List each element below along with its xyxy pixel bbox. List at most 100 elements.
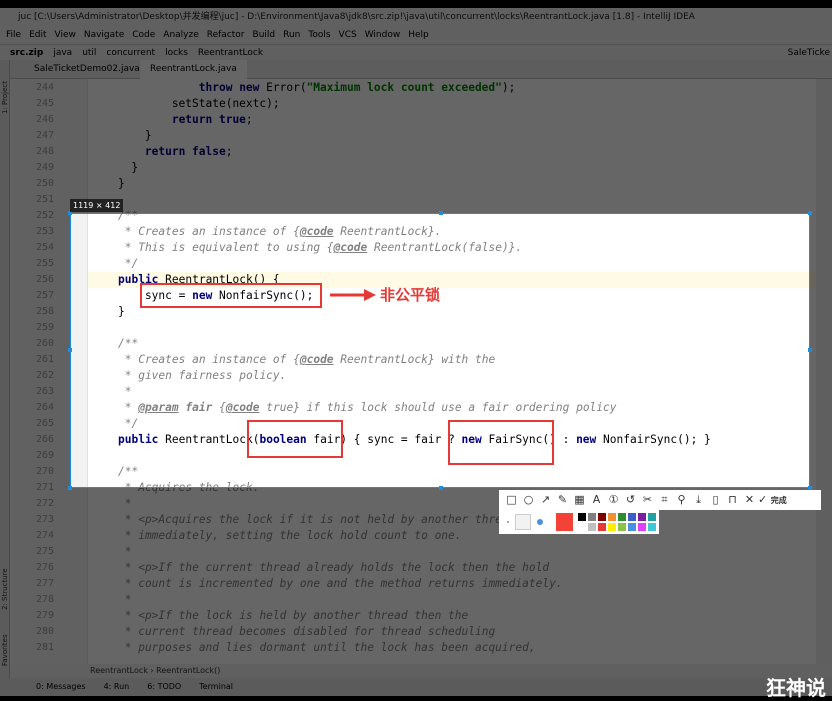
color-swatch[interactable]: [608, 513, 616, 521]
pin-region-icon[interactable]: ⌗: [656, 490, 673, 510]
size-medium[interactable]: [515, 514, 531, 530]
menu-run[interactable]: Run: [283, 30, 300, 40]
size-small[interactable]: [507, 521, 509, 523]
line-number: 247: [35, 130, 54, 141]
code-line: *: [118, 545, 132, 558]
editor-tabs: SaleTicketDemo02.java ReentrantLock.java: [10, 60, 832, 79]
line-number: 252: [35, 210, 54, 221]
line-number: 257: [35, 290, 54, 301]
color-swatch[interactable]: [628, 513, 636, 521]
breadcrumb-item[interactable]: util: [82, 48, 96, 58]
menu-tools[interactable]: Tools: [308, 30, 330, 40]
color-swatch[interactable]: [618, 523, 626, 531]
ellipse-icon[interactable]: ○: [520, 490, 537, 510]
color-swatch[interactable]: [638, 523, 646, 531]
selection-size-label: 1119 × 412: [70, 199, 124, 212]
menu-build[interactable]: Build: [253, 30, 276, 40]
pin-icon[interactable]: ⚲: [673, 490, 690, 510]
color-swatch[interactable]: [628, 523, 636, 531]
bottom-tab-messages[interactable]: 0: Messages: [36, 682, 86, 691]
menu-edit[interactable]: Edit: [29, 30, 46, 40]
arrow-icon[interactable]: ↗: [537, 490, 554, 510]
size-large[interactable]: [537, 519, 543, 525]
breadcrumb-item[interactable]: locks: [165, 48, 188, 58]
line-number: 272: [35, 498, 54, 509]
done-button[interactable]: ✓ 完成: [758, 490, 787, 511]
breadcrumb-item[interactable]: java: [53, 48, 72, 58]
breadcrumb-item[interactable]: concurrent: [106, 48, 155, 58]
code-line: }: [91, 161, 139, 174]
side-tab-structure[interactable]: 2: Structure: [0, 550, 10, 610]
mosaic-icon[interactable]: ▦: [571, 490, 588, 510]
line-number: 273: [35, 514, 54, 525]
color-swatch[interactable]: [648, 523, 656, 531]
color-swatch[interactable]: [578, 513, 586, 521]
bottom-tab-terminal[interactable]: Terminal: [199, 682, 233, 691]
code-line: *: [118, 497, 132, 510]
color-swatch[interactable]: [648, 513, 656, 521]
pen-icon[interactable]: ✎: [554, 490, 571, 510]
menu-analyze[interactable]: Analyze: [163, 30, 198, 40]
color-swatch[interactable]: [578, 523, 586, 531]
breadcrumb-item[interactable]: ReentrantLock: [198, 48, 263, 58]
line-number: 260: [35, 338, 54, 349]
run-config-select[interactable]: SaleTicke: [788, 45, 830, 61]
code-line: * @param fair {@code true} if this lock …: [118, 401, 617, 414]
menu-window[interactable]: Window: [365, 30, 401, 40]
color-swatch[interactable]: [618, 513, 626, 521]
line-number: 275: [35, 546, 54, 557]
close-icon[interactable]: ✕: [741, 490, 758, 510]
bottom-tab-run[interactable]: 4: Run: [104, 682, 130, 691]
annotation-text: 非公平锁: [380, 286, 441, 304]
bookmark-icon[interactable]: ⊓: [724, 490, 741, 510]
code-line: public ReentrantLock(boolean fair) { syn…: [118, 433, 711, 446]
line-number: 251: [35, 194, 54, 205]
menu-code[interactable]: Code: [132, 30, 155, 40]
line-number: 253: [35, 226, 54, 237]
menu-file[interactable]: File: [6, 30, 21, 40]
download-icon[interactable]: ⤓: [690, 490, 707, 510]
color-swatch[interactable]: [598, 523, 606, 531]
color-swatch[interactable]: [608, 523, 616, 531]
code-line: }: [91, 129, 152, 142]
rectangle-icon[interactable]: □: [503, 490, 520, 510]
menu-help[interactable]: Help: [408, 30, 429, 40]
text-icon[interactable]: A: [588, 490, 605, 510]
menu-view[interactable]: View: [55, 30, 76, 40]
color-swatch[interactable]: [638, 513, 646, 521]
color-swatch[interactable]: [588, 523, 596, 531]
side-tab-project[interactable]: 1: Project: [0, 64, 10, 114]
breadcrumb-item[interactable]: src.zip: [10, 48, 43, 58]
line-number: 264: [35, 402, 54, 413]
breadcrumb: src.zip java util concurrent locks ReentrantL…: [0, 44, 832, 60]
color-swatch[interactable]: [598, 513, 606, 521]
side-tab-favorites[interactable]: Favorites: [0, 616, 10, 666]
code-line: * Creates an instance of {@code Reentran…: [118, 225, 442, 238]
code-line: * count is incremented by one and the me…: [118, 577, 563, 590]
code-line: /**: [118, 337, 139, 350]
code-line: * purposes and lies dormant until the lo…: [118, 641, 536, 654]
code-line: return false;: [144, 145, 233, 158]
annotation-box-fairsync: [448, 420, 554, 465]
done-label: 完成: [770, 496, 787, 505]
menu-navigate[interactable]: Navigate: [84, 30, 124, 40]
bottom-tab-todo[interactable]: 6: TODO: [147, 682, 181, 691]
undo-icon[interactable]: ↺: [622, 490, 639, 510]
menu-refactor[interactable]: Refactor: [207, 30, 245, 40]
color-swatch[interactable]: [588, 513, 596, 521]
code-line: * Creates an instance of {@code Reentran…: [118, 353, 496, 366]
menu-vcs[interactable]: VCS: [339, 30, 357, 40]
current-color[interactable]: [556, 513, 573, 531]
code-line: */: [118, 257, 139, 270]
crop-icon[interactable]: ✂: [639, 490, 656, 510]
code-editor[interactable]: 244 throw new Error("Maximum lock count …: [10, 79, 816, 664]
number-icon[interactable]: ①: [605, 490, 622, 510]
code-line: *: [118, 593, 132, 606]
code-line: throw new Error("Maximum lock count exce…: [198, 81, 516, 94]
tab-saleticketdemo02[interactable]: SaleTicketDemo02.java: [24, 60, 150, 79]
save-icon[interactable]: ▯: [707, 490, 724, 510]
code-line: * given fairness policy.: [118, 369, 287, 382]
vertical-scrollbar[interactable]: [816, 79, 832, 664]
menu-bar: File Edit View Navigate Code Analyze Refactor B…: [0, 26, 832, 44]
tab-reentrantlock[interactable]: ReentrantLock.java: [140, 60, 247, 79]
